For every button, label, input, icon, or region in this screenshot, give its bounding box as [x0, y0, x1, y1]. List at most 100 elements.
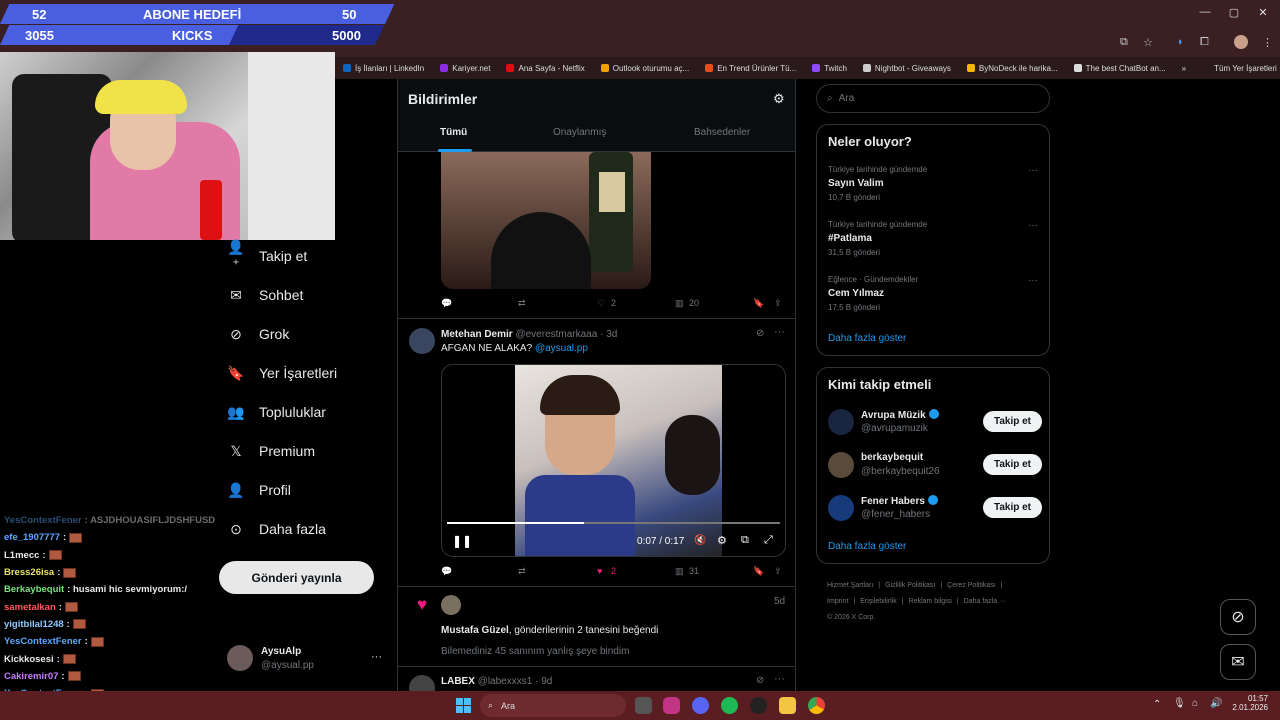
nav-item-profil[interactable]: 👤 Profil: [227, 478, 291, 502]
search-box[interactable]: ⌕: [816, 84, 1050, 113]
footer-link[interactable]: Reklam bilgisi: [909, 598, 952, 605]
more-icon[interactable]: ···: [371, 651, 382, 663]
pause-icon[interactable]: ❚❚: [452, 534, 472, 548]
chat-username[interactable]: L1mecc: [4, 550, 39, 561]
show-more-link[interactable]: Daha fazla göster: [828, 333, 906, 344]
trend-item[interactable]: Eğlence · Gündemdekiler Cem Yılmaz 17,5 B …: [828, 275, 1038, 312]
start-icon[interactable]: [456, 698, 471, 713]
nav-item-daha-fazla[interactable]: ⊙ Daha fazla: [227, 517, 326, 541]
post-image[interactable]: [441, 152, 651, 289]
pip-icon[interactable]: ⧉: [741, 534, 749, 547]
bookmark-icon[interactable]: 🔖: [753, 566, 764, 577]
menu-icon[interactable]: ⋮: [1262, 36, 1273, 49]
nav-item-premium[interactable]: 𝕏 Premium: [227, 439, 315, 463]
bookmark-item[interactable]: Tüm Yer İşaretleri: [1206, 64, 1280, 73]
reply-icon[interactable]: 💬: [441, 566, 452, 577]
bookmark-item[interactable]: Twitch: [804, 64, 855, 73]
bookmark-item[interactable]: Outlook oturumu aç...: [593, 64, 697, 73]
account-switcher[interactable]: AysuAlp @aysual.pp ···: [227, 642, 387, 674]
bookmark-item[interactable]: Nightbot - Giveaways: [855, 64, 959, 73]
chat-username[interactable]: Bress26isa: [4, 567, 54, 578]
video-player[interactable]: ❚❚ 0:07 / 0:17 🔇 ⚙ ⧉ ⤢: [441, 364, 786, 557]
grok-fab[interactable]: ⊘: [1220, 599, 1256, 635]
follow-suggestion[interactable]: Avrupa Müzik @avrupamuzik Takip et: [828, 407, 1042, 437]
quoted-post-text[interactable]: Bilemediniz 45 sanınım yanlış şeye bindi…: [441, 646, 629, 657]
microphone-icon[interactable]: 🎙: [1173, 698, 1186, 709]
trend-item[interactable]: Türkiye tarihinde gündemde #Patlama 31,5 B…: [828, 220, 1038, 257]
extension-icon[interactable]: ◗: [1177, 36, 1184, 48]
follow-button[interactable]: Takip et: [983, 497, 1042, 518]
follow-button[interactable]: Takip et: [983, 411, 1042, 432]
follow-suggestion[interactable]: berkaybequit @berkaybequit26 Takip et: [828, 450, 1042, 480]
nav-item-topluluklar[interactable]: 👥 Topluluklar: [227, 400, 326, 424]
tab-verified[interactable]: Onaylanmış: [553, 127, 606, 138]
grok-icon[interactable]: ⊘: [756, 328, 764, 339]
footer-link[interactable]: Erişilebilirlik: [860, 598, 897, 605]
tab-all[interactable]: Tümü: [440, 127, 467, 138]
footer-link[interactable]: Imprint: [827, 598, 848, 605]
footer-link[interactable]: © 2026 X Corp.: [827, 614, 875, 621]
avatar[interactable]: [409, 328, 435, 354]
clock[interactable]: 01:57 2.01.2026: [1230, 694, 1268, 712]
minimize-icon[interactable]: —: [1190, 6, 1220, 18]
chat-username[interactable]: yigitbilal1248: [4, 619, 64, 630]
chat-username[interactable]: Kickkosesi: [4, 654, 54, 665]
bookmark-item[interactable]: En Trend Ürünler Tü...: [697, 64, 804, 73]
video-progress[interactable]: [447, 522, 780, 524]
messages-fab[interactable]: ✉: [1220, 644, 1256, 680]
footer-link[interactable]: Çerez Politikası: [947, 582, 996, 589]
volume-icon[interactable]: 🔊: [1210, 698, 1222, 709]
mention-link[interactable]: @aysual.pp: [535, 343, 588, 354]
instagram-icon[interactable]: [663, 697, 680, 714]
footer-link[interactable]: Gizlilik Politikası: [885, 582, 935, 589]
nav-item-takip-et[interactable]: 👤⁺ Takip et: [227, 239, 307, 272]
chat-username[interactable]: Berkaybequit: [4, 584, 64, 595]
trend-item[interactable]: Türkiye tarihinde gündemde Sayın Valim 10,…: [828, 165, 1038, 202]
post-button[interactable]: Gönderi yayınla: [219, 561, 374, 594]
share-icon[interactable]: ⇪: [774, 298, 782, 309]
settings-icon[interactable]: ⚙: [773, 91, 785, 107]
avatar[interactable]: [441, 595, 461, 615]
bookmark-item[interactable]: Kariyer.net: [432, 64, 498, 73]
reply-icon[interactable]: 💬: [441, 298, 452, 309]
tray-chevron-icon[interactable]: ⌃: [1153, 699, 1161, 710]
network-icon[interactable]: ⌂: [1192, 698, 1198, 709]
author-name[interactable]: Metehan Demir: [441, 329, 513, 340]
nav-item-sohbet[interactable]: ✉ Sohbet: [227, 283, 303, 307]
mute-icon[interactable]: 🔇: [694, 535, 706, 546]
bookmark-item[interactable]: İş İlanları | LinkedIn: [335, 64, 432, 73]
author-handle[interactable]: @everestmarkaaa · 3d: [515, 329, 617, 340]
search-input[interactable]: [838, 93, 1019, 104]
profile-avatar[interactable]: [1234, 35, 1248, 49]
share-icon[interactable]: ⇪: [774, 566, 782, 577]
file-explorer-icon[interactable]: [779, 697, 796, 714]
views-icon[interactable]: ▥: [675, 298, 684, 309]
bookmark-item[interactable]: ByNoDeck ile harika...: [959, 64, 1066, 73]
follow-suggestion[interactable]: Fener Habers @fener_habers Takip et: [828, 493, 1042, 523]
chat-username[interactable]: efe_1907777: [4, 532, 60, 543]
star-icon[interactable]: ☆: [1143, 36, 1153, 49]
notification-text[interactable]: Mustafa Güzel, gönderilerinin 2 tanesini…: [441, 625, 658, 636]
close-icon[interactable]: ✕: [1248, 6, 1278, 19]
more-icon[interactable]: ···: [774, 673, 785, 685]
obs-icon[interactable]: [750, 697, 767, 714]
more-icon[interactable]: ···: [774, 326, 785, 338]
follow-button[interactable]: Takip et: [983, 454, 1042, 475]
chat-username[interactable]: sametalkan: [4, 602, 56, 613]
more-icon[interactable]: ···: [1028, 275, 1038, 286]
avatar[interactable]: [409, 675, 435, 691]
puzzle-icon[interactable]: ⧠: [1200, 36, 1209, 49]
grok-icon[interactable]: ⊘: [756, 675, 764, 686]
bookmark-item[interactable]: The best ChatBot an...: [1066, 64, 1174, 73]
liked-heart-icon[interactable]: ♥: [597, 566, 602, 576]
show-more-link[interactable]: Daha fazla göster: [828, 541, 906, 552]
chat-username[interactable]: YesContextFener: [4, 636, 82, 647]
retweet-icon[interactable]: ⇄: [518, 298, 526, 309]
footer-link[interactable]: Hizmet Şartları: [827, 582, 873, 589]
bookmark-icon[interactable]: 🔖: [753, 298, 764, 309]
chat-username[interactable]: Cakiremir07: [4, 671, 58, 682]
bookmark-item[interactable]: Ana Sayfa - Netflix: [498, 64, 592, 73]
chat-username[interactable]: YesContextFener: [4, 515, 82, 526]
more-icon[interactable]: ···: [1028, 165, 1038, 176]
cast-icon[interactable]: ⧉: [1120, 36, 1128, 49]
